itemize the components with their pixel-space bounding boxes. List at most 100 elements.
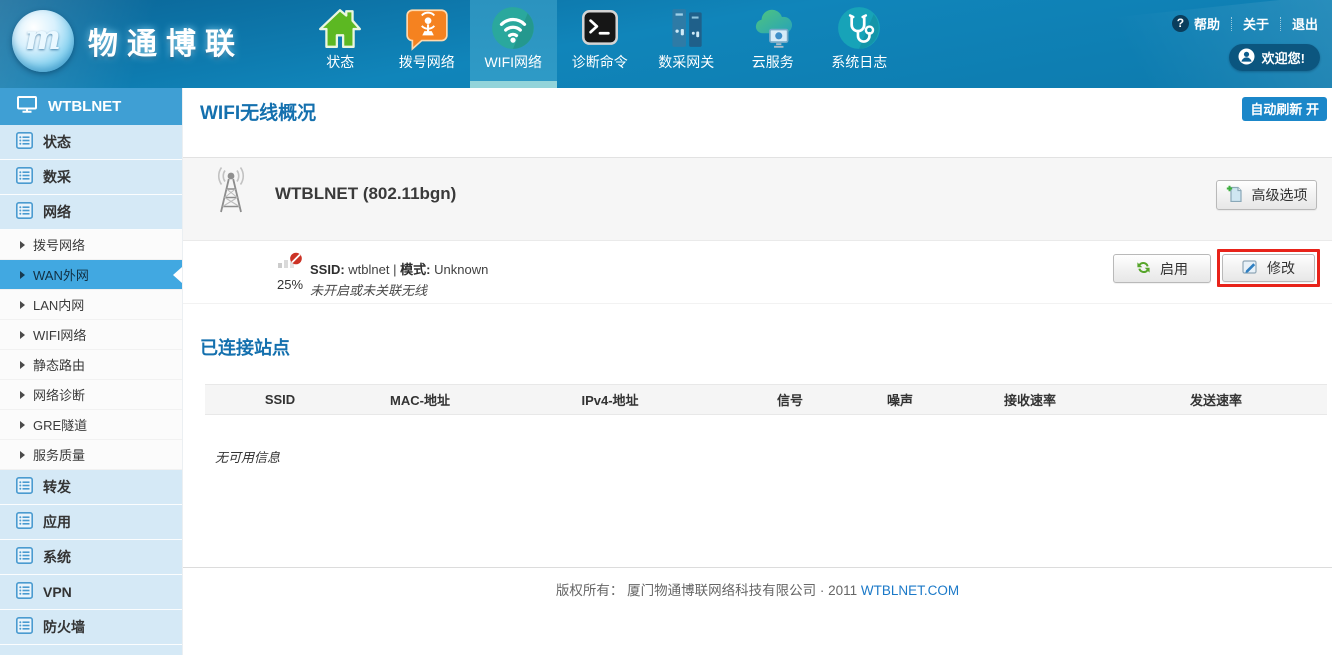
sidebar-item-gre-tunnel[interactable]: GRE隧道 <box>0 410 182 440</box>
list-icon <box>16 202 33 222</box>
home-icon <box>317 5 363 51</box>
list-icon <box>16 582 33 602</box>
arrow-right-icon <box>20 241 25 249</box>
stations-table-header: SSID MAC-地址 IPv4-地址 信号 噪声 接收速率 发送速率 <box>205 384 1327 415</box>
sidebar-item-vpn[interactable]: VPN <box>0 575 182 610</box>
list-icon <box>16 617 33 637</box>
welcome-badge: 欢迎您! <box>1229 44 1320 71</box>
auto-refresh-toggle[interactable]: 自动刷新 开 <box>1242 97 1327 121</box>
mode-label: 模式: <box>400 262 430 277</box>
sidebar-item-label: 应用 <box>43 512 71 532</box>
help-link[interactable]: 帮助 <box>1194 14 1220 33</box>
nav-tab-label: 云服务 <box>752 54 794 70</box>
sidebar-item-lan[interactable]: LAN内网 <box>0 290 182 320</box>
nav-tab-diagnostic-command[interactable]: 诊断命令 <box>557 0 644 88</box>
arrow-right-icon <box>20 361 25 369</box>
nav-tab-label: WIFI网络 <box>484 54 542 70</box>
arrow-right-icon <box>20 421 25 429</box>
logout-link[interactable]: 退出 <box>1292 14 1318 33</box>
wifi-network-title: WTBLNET (802.11bgn) <box>275 184 456 204</box>
sidebar-item-status[interactable]: 状态 <box>0 125 182 160</box>
nav-tab-wifi-network[interactable]: WIFI网络 <box>470 0 557 88</box>
sidebar-device-header[interactable]: WTBLNET <box>0 88 182 125</box>
enable-button[interactable]: 启用 <box>1113 254 1211 283</box>
sidebar-item-label: 网络诊断 <box>33 385 85 404</box>
signal-indicator: 25% <box>271 251 309 292</box>
about-link[interactable]: 关于 <box>1243 14 1269 33</box>
nav-tab-label: 诊断命令 <box>572 54 628 70</box>
nav-tab-status[interactable]: 状态 <box>297 0 384 88</box>
column-header: 发送速率 <box>1105 390 1327 409</box>
sidebar-item-label: LAN内网 <box>33 295 84 314</box>
brand-name: 物通博联 <box>88 19 244 63</box>
sidebar-item-label: 状态 <box>43 132 71 152</box>
wifi-ssid-row: 25% SSID: wtblnet | 模式: Unknown 未开启或未关联无… <box>183 242 1332 304</box>
sidebar-item-wan[interactable]: WAN外网 <box>0 260 182 290</box>
list-icon <box>16 547 33 567</box>
website-link[interactable]: WTBLNET.COM <box>861 583 959 598</box>
edit-icon <box>1242 259 1258 278</box>
sidebar-item-label: GRE隧道 <box>33 415 87 434</box>
list-icon <box>16 132 33 152</box>
separator: | <box>393 262 396 277</box>
link-divider <box>1280 17 1281 31</box>
sidebar-item-forwarding[interactable]: 转发 <box>0 470 182 505</box>
sidebar-device-title: WTBLNET <box>48 98 121 115</box>
sidebar-item-dial-network[interactable]: 拨号网络 <box>0 230 182 260</box>
refresh-icon <box>1136 260 1151 278</box>
sidebar-item-system[interactable]: 系统 <box>0 540 182 575</box>
stethoscope-icon <box>836 5 882 51</box>
sidebar-item-network[interactable]: 网络 <box>0 195 182 230</box>
nav-tab-data-gateway[interactable]: 数采网关 <box>643 0 730 88</box>
sidebar-item-data-collect[interactable]: 数采 <box>0 160 182 195</box>
brand-logo: m 物通博联 <box>12 10 244 72</box>
sidebar-item-qos[interactable]: 服务质量 <box>0 440 182 470</box>
header-links: ? 帮助 关于 退出 <box>1172 14 1318 33</box>
sidebar-item-label: WAN外网 <box>33 265 89 284</box>
monitor-icon <box>17 96 37 117</box>
no-data-message: 无可用信息 <box>215 447 280 466</box>
list-icon <box>16 167 33 187</box>
sidebar-item-label: 系统 <box>43 547 71 567</box>
list-icon <box>16 477 33 497</box>
nav-tab-system-log[interactable]: 系统日志 <box>816 0 903 88</box>
broadcast-icon <box>404 5 450 51</box>
nav-tab-cloud-service[interactable]: 云服务 <box>730 0 817 88</box>
sidebar-item-firewall[interactable]: 防火墙 <box>0 610 182 645</box>
nav-tab-dial-network[interactable]: 拨号网络 <box>384 0 471 88</box>
top-header: m 物通博联 状态 拨号网络 WIFI网络 诊断命令 <box>0 0 1332 88</box>
sidebar-item-label: 数采 <box>43 167 71 187</box>
ssid-label: SSID: <box>310 262 345 277</box>
sidebar-item-application[interactable]: 应用 <box>0 505 182 540</box>
mode-value: Unknown <box>434 262 488 277</box>
sidebar-item-label: 拨号网络 <box>33 235 85 254</box>
signal-off-icon <box>277 257 304 274</box>
copyright-text: 版权所有： 厦门物通博联网络科技有限公司 · 2011 <box>556 583 857 598</box>
footer-divider <box>183 567 1332 568</box>
sidebar-item-static-route[interactable]: 静态路由 <box>0 350 182 380</box>
arrow-right-icon <box>20 331 25 339</box>
column-header: 接收速率 <box>955 390 1105 409</box>
column-header: MAC-地址 <box>355 390 485 409</box>
nav-tab-label: 数采网关 <box>658 54 714 70</box>
wifi-status-text: 未开启或未关联无线 <box>310 280 427 299</box>
sidebar-item-wifi[interactable]: WIFI网络 <box>0 320 182 350</box>
sidebar-item-partial <box>0 645 182 655</box>
main-nav: 状态 拨号网络 WIFI网络 诊断命令 数采网关 <box>297 0 903 88</box>
signal-percent: 25% <box>271 277 309 292</box>
list-icon <box>16 512 33 532</box>
cloud-icon <box>750 5 796 51</box>
ssid-value: wtblnet <box>348 262 389 277</box>
wifi-overview-section: WTBLNET (802.11bgn) 高级选项 <box>183 157 1332 241</box>
link-divider <box>1231 17 1232 31</box>
help-icon: ? <box>1172 15 1189 32</box>
sidebar-item-label: 防火墙 <box>43 617 85 637</box>
user-icon <box>1238 48 1255 68</box>
footer: 版权所有： 厦门物通博联网络科技有限公司 · 2011 WTBLNET.COM <box>183 579 1332 599</box>
sidebar-item-network-diagnosis[interactable]: 网络诊断 <box>0 380 182 410</box>
sidebar: WTBLNET 状态 数采 网络 拨号网络 WAN外网 LAN内网 WIFI网络… <box>0 88 183 655</box>
advanced-options-button[interactable]: 高级选项 <box>1216 180 1317 210</box>
nav-tab-label: 状态 <box>326 54 354 70</box>
modify-button[interactable]: 修改 <box>1222 254 1315 282</box>
column-header: 信号 <box>735 390 845 409</box>
